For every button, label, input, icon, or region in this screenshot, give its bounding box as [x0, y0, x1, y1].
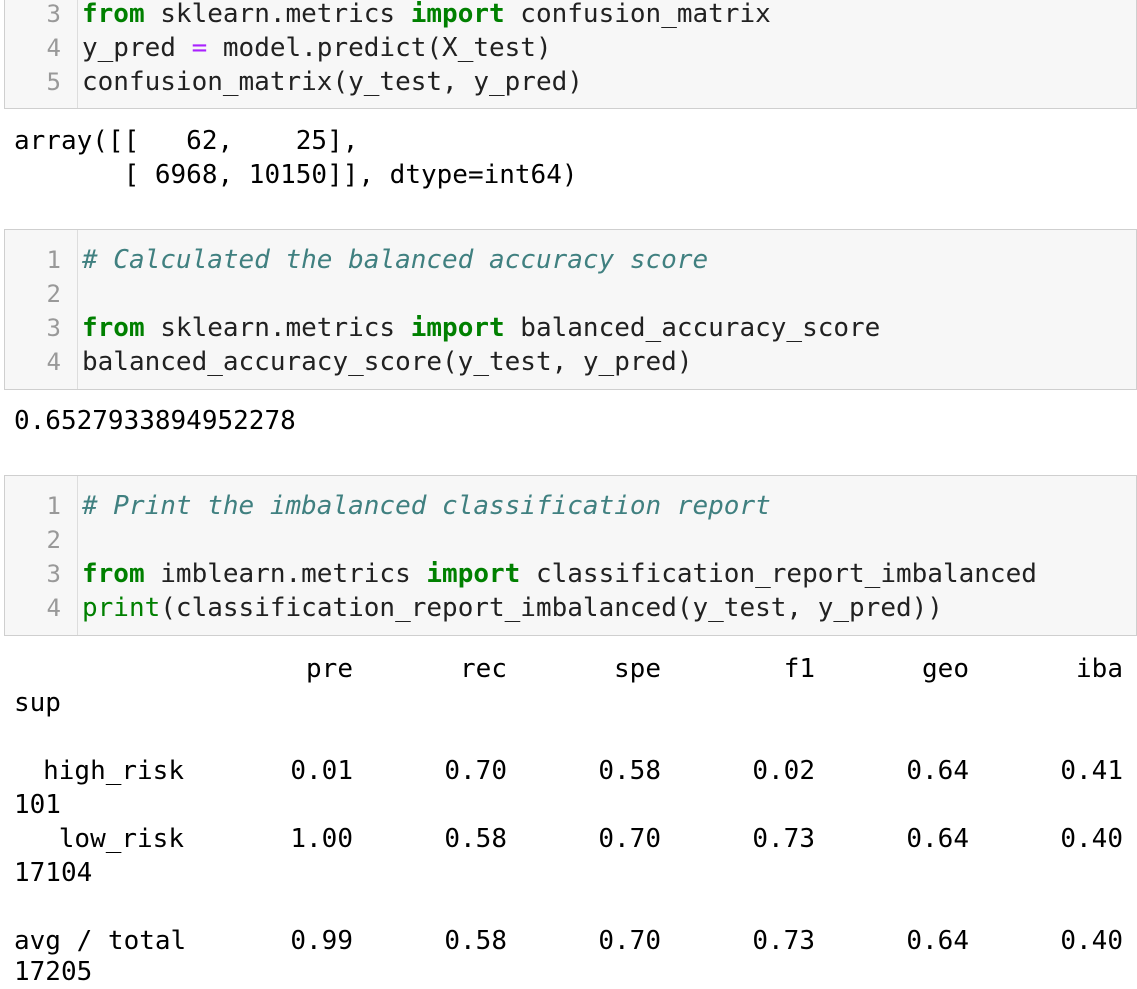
code-line: 5 confusion_matrix(y_test, y_pred) — [5, 65, 1136, 99]
report-header: f1 — [783, 654, 815, 684]
code-line: 1 # Print the imbalanced classification … — [5, 489, 1136, 523]
code-text: from sklearn.metrics import balanced_acc… — [82, 313, 881, 343]
report-value: 0.73 — [752, 824, 815, 854]
report-value: 0.70 — [444, 756, 507, 786]
code-text: y_pred = model.predict(X_test) — [82, 33, 552, 63]
report-value: 0.41 — [1060, 756, 1123, 786]
line-number: 3 — [46, 560, 61, 588]
report-value: 0.70 — [598, 824, 661, 854]
line-number: 2 — [46, 280, 61, 308]
code-text: balanced_accuracy_score(y_test, y_pred) — [82, 347, 693, 377]
code-comment: # Print the imbalanced classification re… — [82, 491, 771, 521]
report-row-label: avg / total — [14, 926, 187, 956]
code-line: 3 from sklearn.metrics import balanced_a… — [5, 311, 1136, 345]
report-header: pre — [306, 654, 353, 684]
report-value: 1.00 — [290, 824, 353, 854]
code-line: 2 — [5, 277, 1136, 311]
line-number: 5 — [46, 68, 61, 96]
code-cell-confusion-matrix[interactable]: 3 from sklearn.metrics import confusion_… — [4, 0, 1137, 109]
line-number: 3 — [46, 314, 61, 342]
report-row-label: high_risk — [43, 756, 184, 786]
code-cell-classification-report[interactable]: 1 # Print the imbalanced classification … — [4, 475, 1137, 636]
report-value: 0.70 — [598, 926, 661, 956]
report-value: 0.58 — [444, 824, 507, 854]
report-value: 0.40 — [1060, 824, 1123, 854]
report-header: rec — [460, 654, 507, 684]
report-value: 0.40 — [1060, 926, 1123, 956]
line-number: 2 — [46, 526, 61, 554]
report-support: 17104 — [14, 858, 93, 888]
report-value: 0.01 — [290, 756, 353, 786]
output-balanced-accuracy: 0.6527933894952278 — [14, 406, 296, 436]
code-text: print(classification_report_imbalanced(y… — [82, 593, 943, 623]
line-number: 1 — [46, 492, 61, 520]
line-number: 4 — [46, 348, 61, 376]
report-value: 0.02 — [752, 756, 815, 786]
report-value: 0.58 — [444, 926, 507, 956]
code-line: 4 print(classification_report_imbalanced… — [5, 591, 1136, 625]
report-row-label: low_risk — [58, 824, 184, 854]
report-value: 0.99 — [290, 926, 353, 956]
line-number: 4 — [46, 34, 61, 62]
report-value: 0.64 — [906, 824, 969, 854]
report-header: iba — [1076, 654, 1123, 684]
report-header: geo — [922, 654, 969, 684]
report-value: 0.58 — [598, 756, 661, 786]
report-header: sup — [14, 688, 61, 718]
code-cell-balanced-accuracy[interactable]: 1 # Calculated the balanced accuracy sco… — [4, 229, 1137, 390]
code-line: 3 from sklearn.metrics import confusion_… — [5, 0, 1136, 31]
code-text: confusion_matrix(y_test, y_pred) — [82, 67, 583, 97]
code-text: from sklearn.metrics import confusion_ma… — [82, 0, 771, 29]
code-line: 2 — [5, 523, 1136, 557]
line-number: 1 — [46, 246, 61, 274]
output-confusion-matrix-line-2: [ 6968, 10150]], dtype=int64) — [14, 160, 578, 190]
report-value: 0.64 — [906, 756, 969, 786]
code-line: 1 # Calculated the balanced accuracy sco… — [5, 243, 1136, 277]
report-header: spe — [614, 654, 661, 684]
code-line: 3 from imblearn.metrics import classific… — [5, 557, 1136, 591]
line-number: 4 — [46, 594, 61, 622]
report-support: 17205 — [14, 957, 93, 987]
report-value: 0.64 — [906, 926, 969, 956]
report-support: 101 — [14, 790, 61, 820]
code-line: 4 y_pred = model.predict(X_test) — [5, 31, 1136, 65]
output-confusion-matrix-line-1: array([[ 62, 25], — [14, 126, 359, 156]
code-line: 4 balanced_accuracy_score(y_test, y_pred… — [5, 345, 1136, 379]
line-number: 3 — [46, 0, 61, 28]
code-comment: # Calculated the balanced accuracy score — [82, 245, 709, 275]
report-value: 0.73 — [752, 926, 815, 956]
code-text: from imblearn.metrics import classificat… — [82, 559, 1037, 589]
